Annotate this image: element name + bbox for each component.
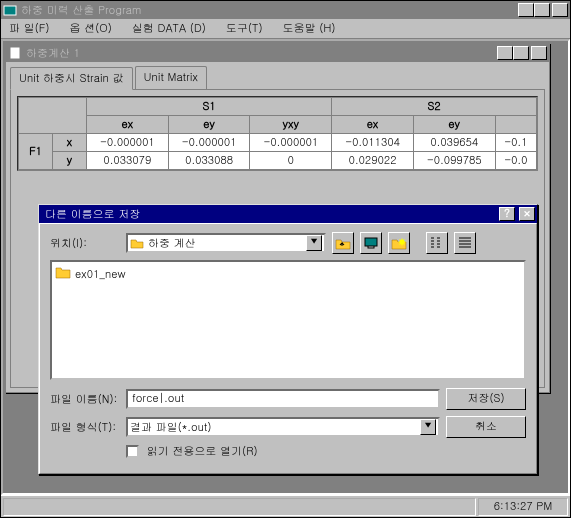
main-title-buttons: _ □ ✕ [518,3,568,17]
help-button[interactable]: ? [499,207,515,221]
col-ey2: ey [413,116,495,134]
main-window: 하중 미력 산출 Program _ □ ✕ 파 일(F) 옵 션(O) 실험 … [0,0,571,518]
list-item[interactable]: ex01_new [54,264,522,284]
main-title: 하중 미력 산출 Program [21,3,518,18]
readonly-text: 읽기 전용으로 열기(R) [147,444,258,459]
cell[interactable]: -0.0 [495,152,536,170]
filetype-combo[interactable]: 결과 파일(*.out) ▼ [126,417,440,437]
location-value: 하중 계산 [148,236,306,251]
up-folder-icon [335,235,351,251]
doc-icon [8,46,22,60]
tab-matrix[interactable]: Unit Matrix [135,66,207,89]
minimize-button[interactable]: _ [518,3,534,17]
menubar: 파 일(F) 옵 션(O) 실험 DATA (D) 도구(T) 도움말 (H) [1,19,570,39]
table-row[interactable]: F1 x -0.000001 -0.000001 -0.000001 -0.01… [19,134,537,152]
new-folder-button[interactable] [388,232,410,254]
grid-corner [19,98,87,134]
dialog-title: 다른 이름으로 저장 [41,207,499,222]
grid-group-s1: S1 [87,98,332,116]
row-x: x [53,134,87,152]
status-time: 6:13:27 PM [478,498,568,516]
menu-file[interactable]: 파 일(F) [5,19,53,38]
cell[interactable]: -0.1 [495,134,536,152]
row-y: y [53,152,87,170]
menu-tools[interactable]: 도구(T) [222,19,267,38]
folder-icon [55,265,71,283]
statusbar: 6:13:27 PM [1,495,570,517]
dialog-titlebar: 다른 이름으로 저장 ? ✕ [39,205,537,223]
cancel-button[interactable]: 취소 [446,416,526,438]
table-row[interactable]: y 0.033079 0.033088 0 0.029022 -0.099785… [19,152,537,170]
menu-help[interactable]: 도움말 (H) [279,19,340,38]
cell[interactable]: -0.000001 [87,134,169,152]
desktop-icon [363,235,379,251]
details-icon [457,235,473,251]
cell[interactable]: 0.033088 [168,152,250,170]
cell[interactable]: -0.000001 [250,134,332,152]
col-yxy: yxy [250,116,332,134]
close-button[interactable]: ✕ [552,3,568,17]
tab-strain[interactable]: Unit 하중시 Strain 값 [10,67,133,90]
menu-options[interactable]: 옵 션(O) [65,19,115,38]
menu-data[interactable]: 실험 DATA (D) [128,19,210,38]
cell[interactable]: -0.000001 [168,134,250,152]
tabstrip: Unit 하중시 Strain 값 Unit Matrix [6,62,549,89]
filename-input[interactable]: force|.out [126,389,440,409]
save-button[interactable]: 저장(S) [446,388,526,410]
cell[interactable]: 0.029022 [332,152,414,170]
filetype-dropdown-icon[interactable]: ▼ [420,419,436,435]
readonly-checkbox-label[interactable]: 읽기 전용으로 열기(R) [126,444,258,459]
up-one-level-button[interactable] [332,232,354,254]
folder-open-icon [130,236,144,250]
list-view-button[interactable] [426,232,448,254]
filename-label: 파일 이름(N): [50,392,120,407]
child-title-buttons: _ □ ✕ [497,46,547,60]
status-panel [3,498,476,516]
file-name: ex01_new [75,267,126,282]
child-close-button[interactable]: ✕ [531,46,547,60]
location-combo[interactable]: 하중 계산 ▼ [126,233,326,253]
main-titlebar: 하중 미력 산출 Program _ □ ✕ [1,1,570,19]
child-maximize-button[interactable]: □ [513,46,529,60]
cell[interactable]: 0 [250,152,332,170]
col-ex: ex [87,116,169,134]
cell[interactable]: 0.039654 [413,134,495,152]
child-minimize-button[interactable]: _ [497,46,513,60]
new-folder-icon [391,235,407,251]
data-grid[interactable]: S1 S2 ex ey yxy ex ey F1 [17,96,538,171]
col-ex2: ex [332,116,414,134]
dialog-body: 위치(I): 하중 계산 ▼ [39,223,537,474]
location-label: 위치(I): [50,236,120,251]
file-list[interactable]: ex01_new [50,260,526,380]
app-icon [3,3,17,17]
readonly-checkbox[interactable] [126,445,139,458]
grid-group-s2: S2 [332,98,537,116]
cell[interactable]: -0.099785 [413,152,495,170]
child-title: 하중계산 1 [26,46,497,61]
combo-dropdown-icon[interactable]: ▼ [306,235,322,251]
cell[interactable]: 0.033079 [87,152,169,170]
filetype-value: 결과 파일(*.out) [130,420,420,435]
details-view-button[interactable] [454,232,476,254]
save-as-dialog: 다른 이름으로 저장 ? ✕ 위치(I): 하중 계산 ▼ [38,204,538,475]
mdi-client-area: 하중계산 1 _ □ ✕ Unit 하중시 Strain 값 Unit Matr… [1,39,570,495]
row-group-f1: F1 [19,134,53,170]
dialog-close-button[interactable]: ✕ [519,207,535,221]
maximize-button[interactable]: □ [534,3,550,17]
desktop-button[interactable] [360,232,382,254]
cell[interactable]: -0.011304 [332,134,414,152]
col-trunc [495,116,536,134]
child-titlebar: 하중계산 1 _ □ ✕ [6,44,549,62]
col-ey: ey [168,116,250,134]
list-icon [429,235,445,251]
filetype-label: 파일 형식(T): [50,420,120,435]
